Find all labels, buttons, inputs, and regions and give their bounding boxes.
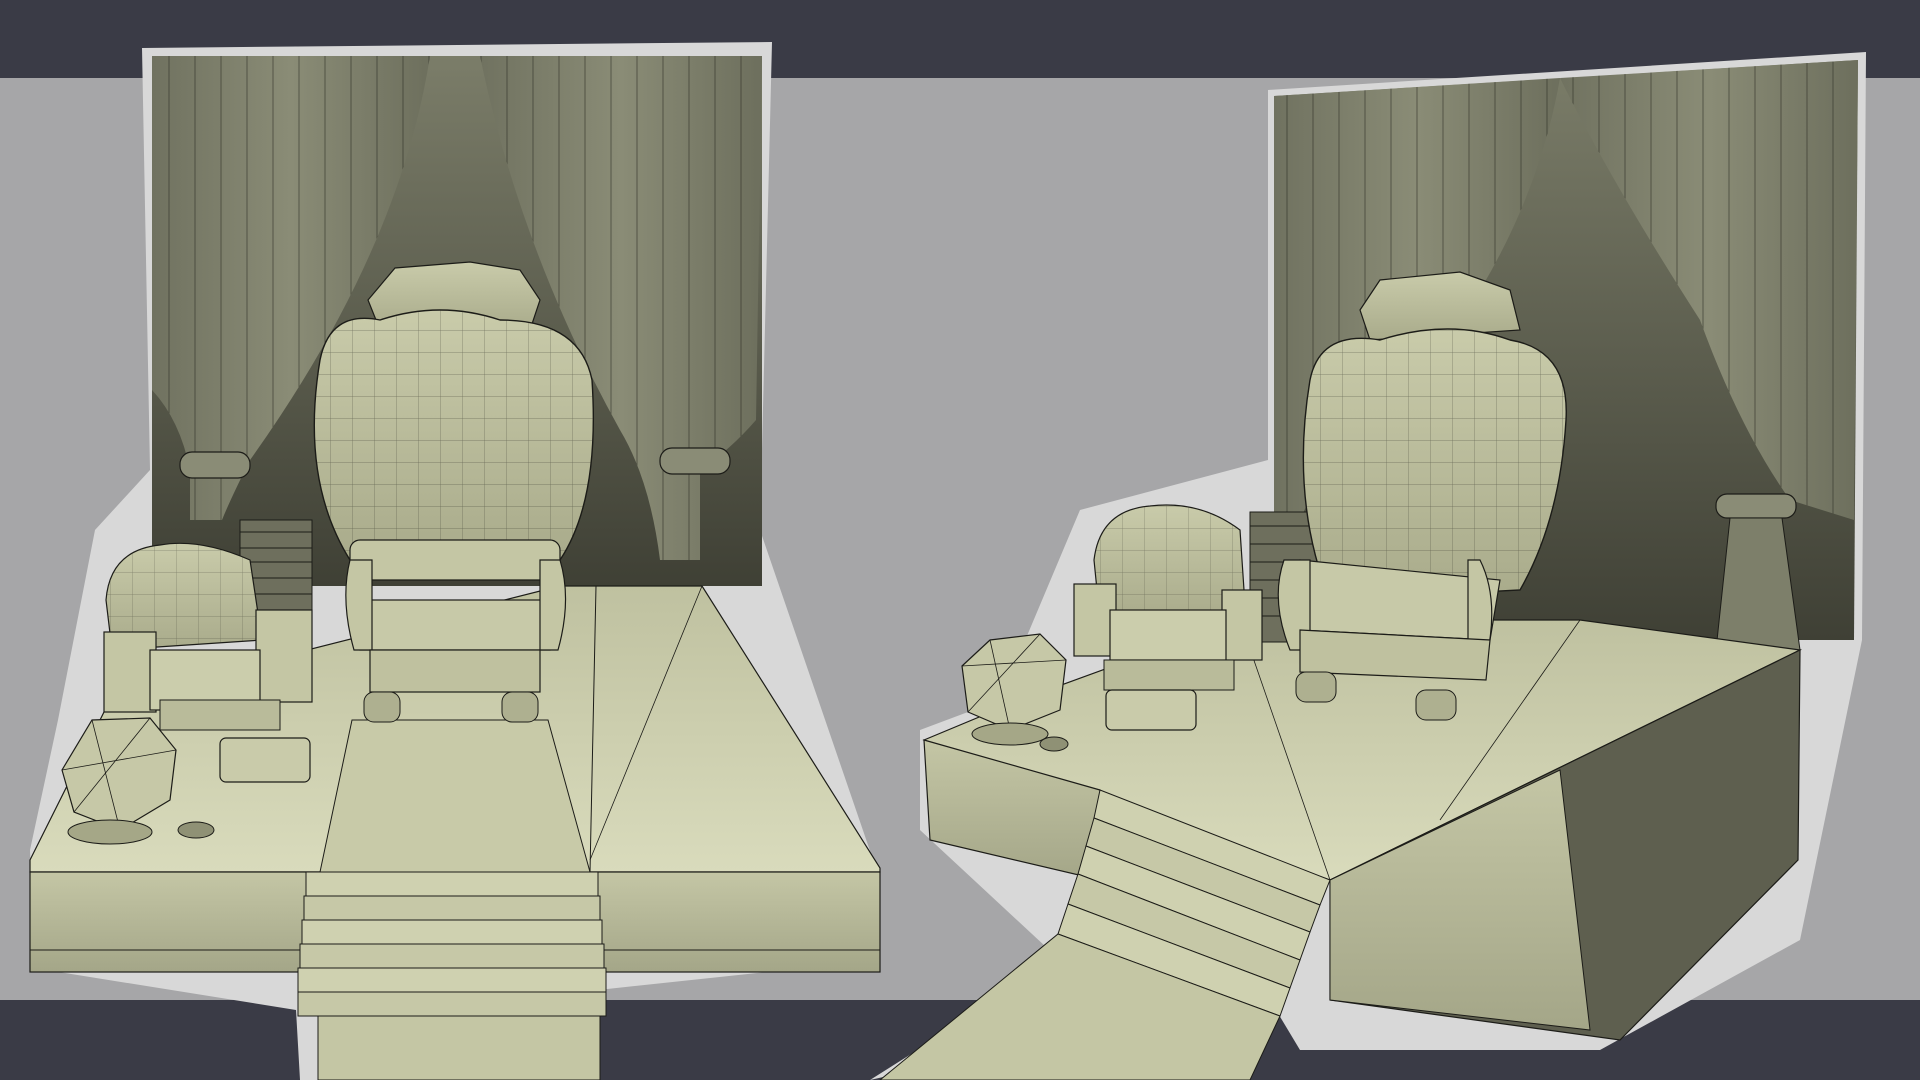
scene-svg (29, 42, 1866, 1080)
tq-ottoman (1105, 689, 1197, 731)
three-quarter-view-panel (870, 52, 1866, 1080)
tq-right-tieback (1715, 493, 1797, 519)
render-canvas (0, 0, 1920, 1080)
front-view-panel (29, 42, 881, 1080)
front-ottoman (219, 737, 311, 783)
front-stairs (297, 871, 607, 1080)
left-tieback (179, 451, 251, 479)
right-tieback (659, 447, 731, 475)
